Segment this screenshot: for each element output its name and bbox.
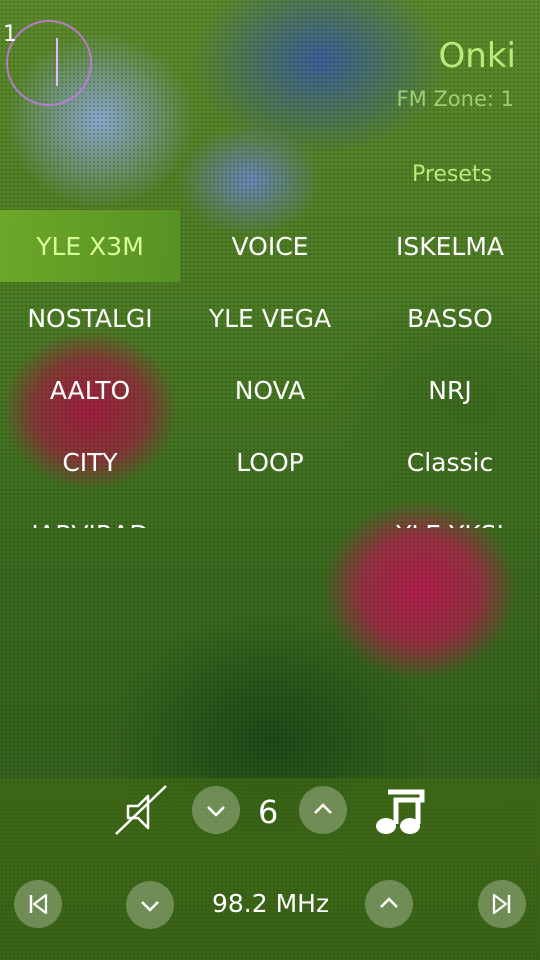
- chevron-up-icon: [314, 803, 332, 814]
- mute-button[interactable]: [112, 784, 168, 840]
- zone-label: FM Zone: 1: [396, 87, 514, 111]
- preset-button[interactable]: [180, 498, 360, 528]
- frequency-display: 98.2 MHz: [212, 889, 330, 918]
- preset-button[interactable]: AALTO: [0, 354, 180, 426]
- chevron-up-icon: [380, 897, 398, 908]
- chevron-down-icon: [207, 806, 225, 817]
- music-note-icon: [376, 789, 425, 834]
- previous-station-button[interactable]: [14, 880, 62, 928]
- preset-grid: YLE X3M VOICE ISKELMA NOSTALGI YLE VEGA …: [0, 210, 540, 528]
- preset-button[interactable]: BASSO: [360, 282, 540, 354]
- preset-button[interactable]: NRJ: [360, 354, 540, 426]
- preset-button[interactable]: Classic: [360, 426, 540, 498]
- next-station-button[interactable]: [478, 880, 526, 928]
- tune-down-button[interactable]: [126, 881, 174, 929]
- preset-button[interactable]: NOVA: [180, 354, 360, 426]
- status-clock: [6, 20, 92, 106]
- preset-button[interactable]: VOICE: [180, 210, 360, 282]
- preset-button[interactable]: YLE YKSI: [360, 498, 540, 529]
- presets-header: Presets: [411, 162, 492, 187]
- app-title: Onki: [438, 36, 516, 76]
- preset-button[interactable]: YLE VEGA: [180, 282, 360, 354]
- clock-hand: [56, 38, 58, 86]
- tune-up-button[interactable]: [365, 880, 413, 928]
- skip-next-icon: [492, 893, 511, 915]
- preset-button[interactable]: NOSTALGI: [0, 282, 180, 354]
- volume-down-button[interactable]: [192, 786, 240, 834]
- chevron-down-icon: [141, 901, 159, 912]
- clock-number: 1: [3, 22, 17, 47]
- preset-button[interactable]: JARVIRAD: [0, 498, 180, 529]
- music-button[interactable]: [370, 784, 426, 840]
- preset-button[interactable]: YLE X3M: [0, 210, 180, 282]
- preset-button[interactable]: ISKELMA: [360, 210, 540, 282]
- volume-level: 6: [258, 793, 279, 831]
- preset-button[interactable]: CITY: [0, 426, 180, 498]
- volume-up-button[interactable]: [299, 786, 347, 834]
- skip-previous-icon: [29, 893, 48, 915]
- mute-icon: [115, 785, 167, 835]
- preset-button[interactable]: LOOP: [180, 426, 360, 498]
